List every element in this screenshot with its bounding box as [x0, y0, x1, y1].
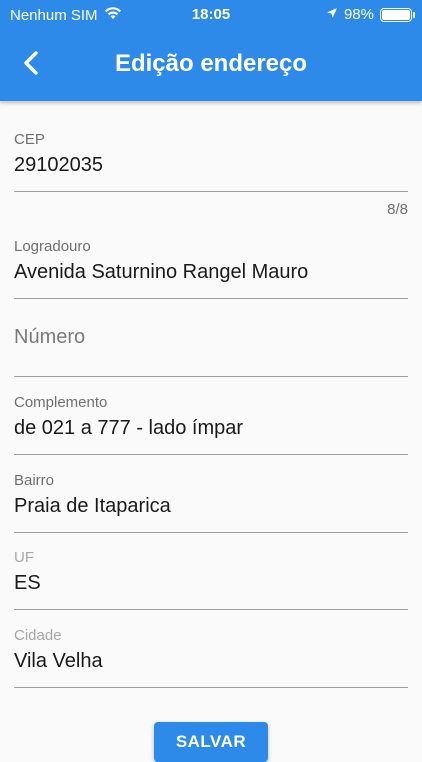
location-arrow-icon [326, 6, 338, 23]
logradouro-value[interactable]: Avenida Saturnino Rangel Mauro [14, 261, 408, 284]
status-right: 98% [326, 6, 415, 23]
logradouro-label: Logradouro [14, 238, 91, 255]
complemento-label: Complemento [14, 394, 108, 411]
cep-field[interactable]: CEP 29102035 8/8 [14, 131, 408, 218]
cidade-label: Cidade [14, 627, 62, 644]
cidade-field: Cidade Vila Velha [14, 627, 408, 688]
cep-underline [14, 191, 408, 192]
battery-level-fill [382, 9, 410, 20]
bairro-underline [14, 532, 408, 533]
uf-label: UF [14, 549, 34, 566]
cidade-underline [14, 687, 408, 688]
bairro-value[interactable]: Praia de Itaparica [14, 495, 408, 518]
uf-underline [14, 609, 408, 610]
page-title: Edição endereço [114, 50, 308, 77]
bairro-field[interactable]: Bairro Praia de Itaparica [14, 472, 408, 533]
logradouro-field[interactable]: Logradouro Avenida Saturnino Rangel Maur… [14, 238, 408, 299]
cidade-value: Vila Velha [14, 650, 103, 672]
status-bar: Nenhum SIM 18:05 98% [0, 0, 422, 30]
cep-label: CEP [14, 131, 45, 148]
battery-percent: 98% [343, 6, 374, 23]
numero-underline [14, 376, 408, 377]
complemento-underline [14, 454, 408, 455]
toolbar: Edição endereço [0, 30, 422, 101]
save-button[interactable]: SALVAR [154, 722, 268, 762]
uf-field: UF ES [14, 549, 408, 610]
app-header: Nenhum SIM 18:05 98% Edição endereço [0, 0, 422, 101]
cep-counter: 8/8 [387, 201, 408, 218]
complemento-value[interactable]: de 021 a 777 - lado ímpar [14, 417, 408, 440]
complemento-field[interactable]: Complemento de 021 a 777 - lado ímpar [14, 394, 408, 455]
logradouro-underline [14, 298, 408, 299]
uf-value: ES [14, 572, 41, 594]
cep-value[interactable]: 29102035 [14, 154, 408, 177]
bairro-label: Bairro [14, 472, 55, 489]
app-screen: Nenhum SIM 18:05 98% Edição endereço CEP… [0, 0, 422, 762]
numero-field[interactable]: Número [14, 326, 408, 377]
battery-icon [380, 7, 415, 22]
numero-placeholder[interactable]: Número [14, 326, 408, 349]
